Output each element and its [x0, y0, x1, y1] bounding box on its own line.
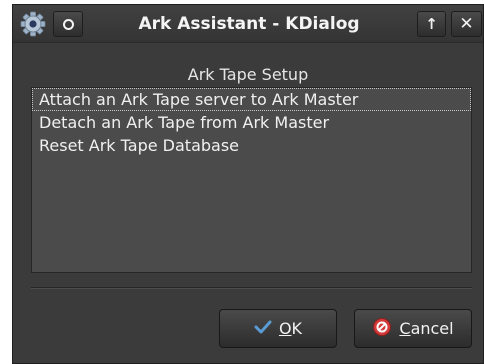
options-list[interactable]: Attach an Ark Tape server to Ark Master … [31, 87, 472, 273]
window-title: Ark Assistant - KDialog [138, 14, 360, 34]
ok-button-label: OK [278, 319, 303, 338]
close-button[interactable]: ✕ [451, 11, 482, 37]
list-item-reset[interactable]: Reset Ark Tape Database [32, 134, 471, 157]
list-item-detach[interactable]: Detach an Ark Tape from Ark Master [32, 111, 471, 134]
window-menu-icon [62, 18, 74, 30]
list-item-attach[interactable]: Attach an Ark Tape server to Ark Master [32, 88, 471, 111]
cancel-button[interactable]: Cancel [354, 309, 472, 348]
dialog-label: Ark Tape Setup [187, 65, 309, 84]
ok-button[interactable]: OK [219, 309, 337, 348]
cancel-icon [372, 317, 392, 341]
arrow-up-icon: ↑ [425, 15, 438, 33]
keep-above-button[interactable]: ↑ [417, 11, 446, 37]
checkmark-icon [254, 319, 272, 339]
window-menu-button[interactable] [53, 11, 83, 37]
close-icon: ✕ [459, 14, 474, 34]
cancel-button-label: Cancel [399, 319, 454, 338]
separator [31, 287, 472, 289]
gear-icon[interactable] [20, 11, 46, 37]
title-bar[interactable]: Ark Assistant - KDialog ↑ ✕ [13, 5, 483, 43]
kdialog-window: Ark Assistant - KDialog ↑ ✕ Ark Tape Set… [12, 4, 484, 364]
